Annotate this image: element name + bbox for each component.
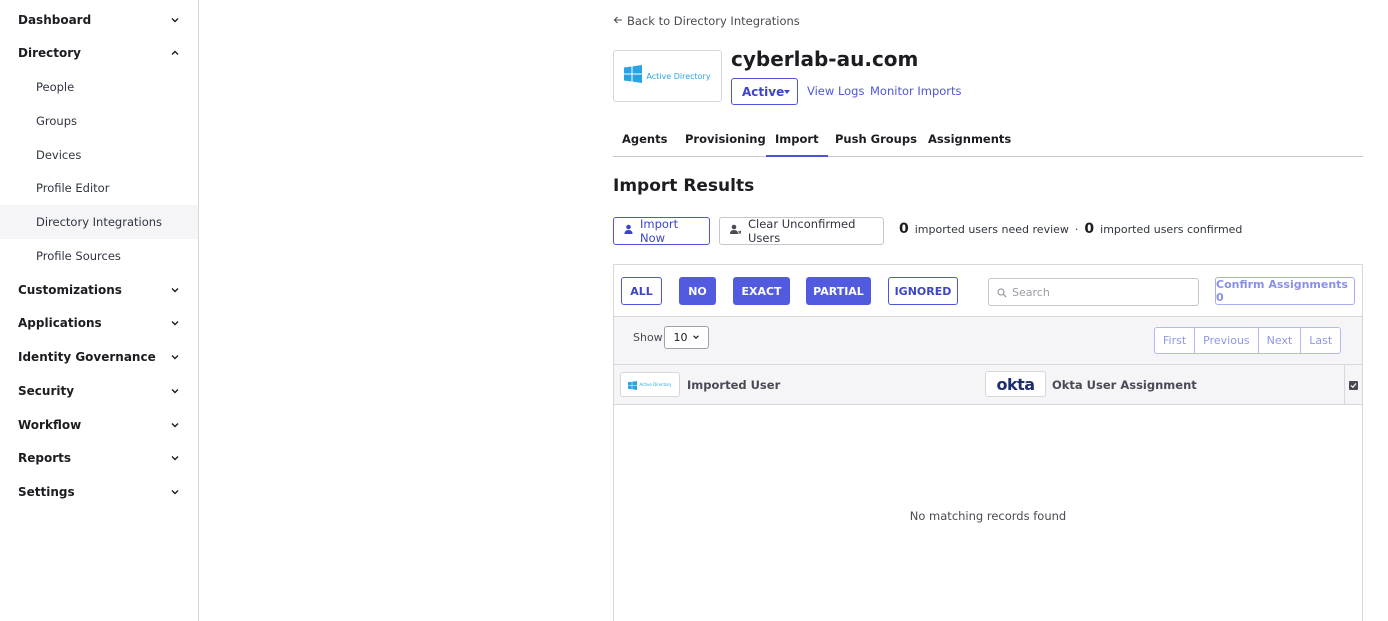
chevron-down-icon xyxy=(170,386,180,396)
confirmed-label: imported users confirmed xyxy=(1100,223,1243,236)
sidebar: Dashboard Directory People Groups Device… xyxy=(0,0,199,621)
chevron-down-icon xyxy=(170,15,180,25)
mini-logo-text: Active Directory xyxy=(639,382,672,387)
sidebar-item-profile-sources[interactable]: Profile Sources xyxy=(0,239,198,273)
col-okta-assignment: Okta User Assignment xyxy=(1052,378,1197,392)
nav-customizations[interactable]: Customizations xyxy=(0,273,198,307)
status-dropdown[interactable]: Active xyxy=(731,78,798,105)
import-now-button[interactable]: Import Now xyxy=(613,217,710,245)
review-count: 0 xyxy=(899,221,909,237)
nav-identity-governance-label: Identity Governance xyxy=(18,350,156,364)
results-panel: ALL NO EXACT PARTIAL IGNORED Confirm Ass… xyxy=(613,264,1363,621)
chevron-up-icon xyxy=(170,48,180,58)
last-page-button[interactable]: Last xyxy=(1301,328,1340,353)
confirm-assignments-button[interactable]: Confirm Assignments 0 xyxy=(1215,277,1355,305)
sidebar-item-people[interactable]: People xyxy=(0,70,198,104)
chevron-down-icon xyxy=(170,487,180,497)
user-remove-icon xyxy=(729,224,742,238)
paging-bar: Show 10 First Previous Next Last xyxy=(614,317,1362,365)
nav-dashboard[interactable]: Dashboard xyxy=(0,3,198,37)
monitor-imports-link[interactable]: Monitor Imports xyxy=(870,84,962,98)
tab-assignments[interactable]: Assignments xyxy=(928,127,1011,157)
import-icon xyxy=(623,224,634,238)
filter-exact-button[interactable]: EXACT xyxy=(733,277,790,305)
logo-text: Active Directory xyxy=(646,71,711,81)
nav-reports[interactable]: Reports xyxy=(0,441,198,475)
tab-provisioning[interactable]: Provisioning xyxy=(685,127,766,157)
nav-directory[interactable]: Directory xyxy=(0,36,198,70)
nav-security-label: Security xyxy=(18,384,75,398)
arrow-left-icon xyxy=(613,14,623,28)
view-logs-link[interactable]: View Logs xyxy=(807,84,864,98)
sidebar-item-profile-editor[interactable]: Profile Editor xyxy=(0,171,198,205)
nav-workflow[interactable]: Workflow xyxy=(0,408,198,442)
nav-directory-label: Directory xyxy=(18,46,81,60)
filter-all-button[interactable]: ALL xyxy=(621,277,662,305)
clear-unconfirmed-button[interactable]: Clear Unconfirmed Users xyxy=(719,217,884,245)
tab-agents[interactable]: Agents xyxy=(622,127,667,157)
checkbox-checked-icon xyxy=(1349,380,1358,390)
windows-logo-icon xyxy=(624,65,643,87)
nav-identity-governance[interactable]: Identity Governance xyxy=(0,340,198,374)
nav-workflow-label: Workflow xyxy=(18,418,82,432)
nav-applications[interactable]: Applications xyxy=(0,306,198,340)
chevron-down-icon xyxy=(170,420,180,430)
table-header: Active Directory Imported User okta Okta… xyxy=(614,365,1362,405)
search-field[interactable] xyxy=(988,278,1199,306)
search-input[interactable] xyxy=(1012,285,1192,299)
import-now-label: Import Now xyxy=(640,217,679,245)
import-counts: 0 imported users need review · 0 importe… xyxy=(899,221,1242,237)
filter-partial-button[interactable]: PARTIAL xyxy=(806,277,871,305)
chevron-down-icon xyxy=(170,285,180,295)
back-link[interactable]: Back to Directory Integrations xyxy=(613,14,800,28)
filter-ignored-button[interactable]: IGNORED xyxy=(888,277,958,305)
nav-security[interactable]: Security xyxy=(0,374,198,408)
back-link-label: Back to Directory Integrations xyxy=(627,14,800,28)
clear-unconfirmed-label: Clear Unconfirmed Users xyxy=(748,217,856,245)
nav-reports-label: Reports xyxy=(18,451,72,465)
pagination: First Previous Next Last xyxy=(1154,327,1342,354)
show-label: Show xyxy=(633,331,663,344)
col-imported-user: Imported User xyxy=(687,378,781,392)
chevron-down-icon xyxy=(170,318,180,328)
tab-push-groups[interactable]: Push Groups xyxy=(835,127,917,157)
windows-logo-icon xyxy=(628,375,638,394)
sidebar-item-directory-integrations[interactable]: Directory Integrations xyxy=(0,205,198,239)
select-all-checkbox[interactable] xyxy=(1344,365,1362,405)
review-label: imported users need review xyxy=(914,223,1069,236)
source-logo: Active Directory xyxy=(620,372,680,397)
page-size-value: 10 xyxy=(673,331,688,344)
filter-bar: ALL NO EXACT PARTIAL IGNORED Confirm Ass… xyxy=(614,265,1362,317)
nav-customizations-label: Customizations xyxy=(18,283,122,297)
nav-dashboard-label: Dashboard xyxy=(18,13,92,27)
sidebar-item-groups[interactable]: Groups xyxy=(0,104,198,138)
section-title: Import Results xyxy=(613,176,755,196)
search-icon xyxy=(997,283,1007,302)
app-logo: Active Directory xyxy=(613,50,722,102)
caret-down-icon xyxy=(784,89,791,94)
filter-no-button[interactable]: NO xyxy=(679,277,716,305)
count-separator: · xyxy=(1074,223,1079,236)
next-page-button[interactable]: Next xyxy=(1259,328,1302,353)
okta-logo: okta xyxy=(985,371,1046,397)
nav-settings[interactable]: Settings xyxy=(0,475,198,509)
chevron-down-icon xyxy=(170,352,180,362)
empty-message: No matching records found xyxy=(909,509,1067,523)
tab-bar: Agents Provisioning Import Push Groups A… xyxy=(613,127,1363,157)
status-label: Active xyxy=(742,84,785,99)
nav-applications-label: Applications xyxy=(18,316,102,330)
page-size-select[interactable]: 10 xyxy=(664,326,709,349)
page-title: cyberlab-au.com xyxy=(731,47,919,71)
tab-import[interactable]: Import xyxy=(766,127,828,157)
first-page-button[interactable]: First xyxy=(1155,328,1196,353)
confirmed-count: 0 xyxy=(1084,221,1095,237)
previous-page-button[interactable]: Previous xyxy=(1195,328,1259,353)
chevron-down-icon xyxy=(692,331,700,344)
sidebar-item-devices[interactable]: Devices xyxy=(0,138,198,172)
nav-settings-label: Settings xyxy=(18,485,75,499)
chevron-down-icon xyxy=(170,453,180,463)
